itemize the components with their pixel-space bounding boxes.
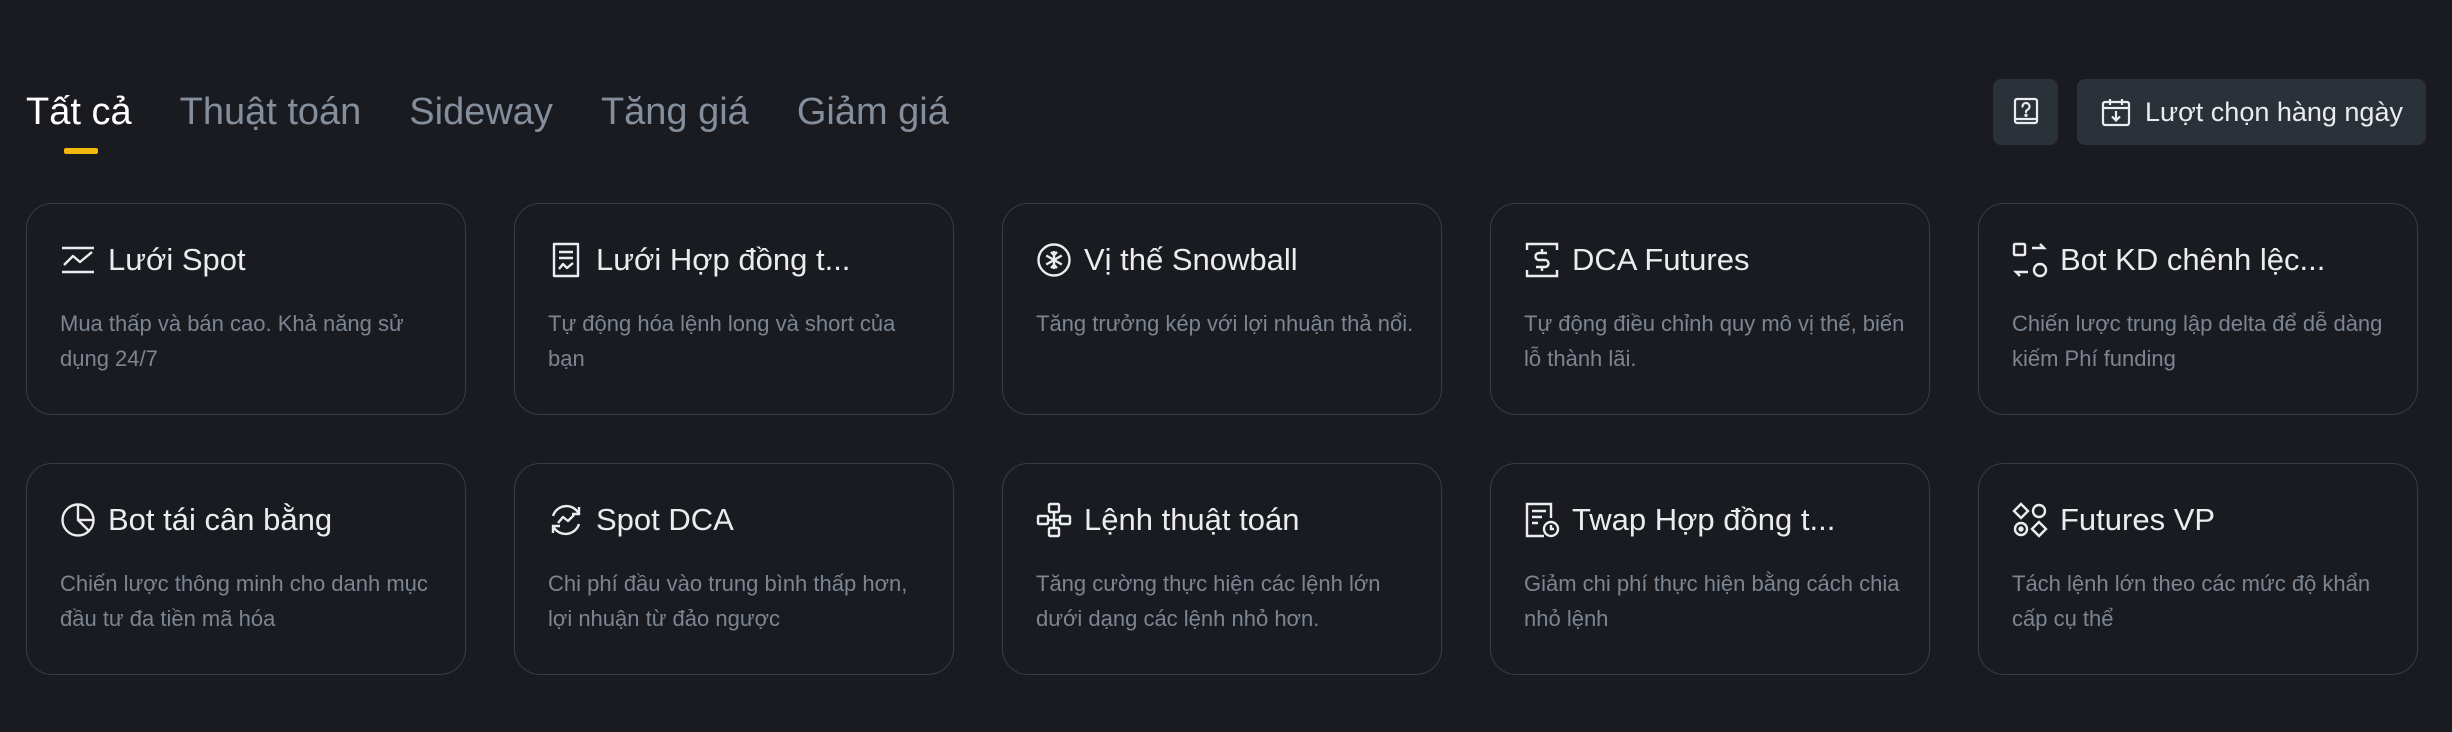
bot-card[interactable]: Futures VP Tách lệnh lớn theo các mức độ… [1978, 463, 2418, 675]
card-header: Futures VP [2012, 498, 2385, 542]
bot-card[interactable]: Lệnh thuật toán Tăng cường thực hiện các… [1002, 463, 1442, 675]
active-tab-indicator [64, 148, 98, 154]
card-description: Giảm chi phí thực hiện bằng cách chia nh… [1524, 571, 1900, 631]
card-title: Lưới Hợp đồng t... [596, 242, 851, 277]
top-bar: Tất cả Thuật toán Sideway Tăng giá Giảm … [0, 0, 2452, 200]
bot-card[interactable]: Lưới Hợp đồng t... Tự động hóa lệnh long… [514, 203, 954, 415]
card-title: Bot KD chênh lệc... [2060, 242, 2326, 277]
card-header: Spot DCA [548, 498, 921, 542]
tab-all[interactable]: Tất cả [26, 82, 132, 154]
split-orders-icon [2012, 502, 2048, 538]
card-title: DCA Futures [1572, 242, 1750, 277]
tab-sideway[interactable]: Sideway [409, 82, 553, 142]
category-tabs: Tất cả Thuật toán Sideway Tăng giá Giảm … [26, 82, 997, 154]
tab-label: Tất cả [26, 91, 132, 133]
tab-bullish[interactable]: Tăng giá [601, 82, 749, 142]
twap-clock-document-icon [1524, 502, 1560, 538]
bot-card[interactable]: DCA Futures Tự động điều chỉnh quy mô vị… [1490, 203, 1930, 415]
pie-chart-icon [60, 502, 96, 538]
tab-bearish[interactable]: Giảm giá [797, 82, 949, 142]
contract-document-icon [548, 242, 584, 278]
card-header: Bot tái cân bằng [60, 498, 433, 542]
dollar-frame-icon [1524, 242, 1560, 278]
tab-algorithm[interactable]: Thuật toán [180, 82, 362, 142]
card-title: Lệnh thuật toán [1084, 502, 1300, 537]
card-title: Lưới Spot [108, 242, 246, 277]
daily-picks-label: Lượt chọn hàng ngày [2145, 96, 2403, 127]
card-description: Tách lệnh lớn theo các mức độ khẩn cấp c… [2012, 571, 2371, 631]
grid-chart-icon [60, 242, 96, 278]
algorithm-nodes-icon [1036, 502, 1072, 538]
card-description: Chiến lược trung lập delta để dễ dàng ki… [2012, 311, 2383, 371]
card-title: Spot DCA [596, 502, 734, 537]
card-header: Lưới Hợp đồng t... [548, 238, 921, 282]
tab-label: Giảm giá [796, 91, 949, 133]
bot-card[interactable]: Spot DCA Chi phí đầu vào trung bình thấp… [514, 463, 954, 675]
card-header: DCA Futures [1524, 238, 1897, 282]
card-description: Chi phí đầu vào trung bình thấp hơn, lợi… [548, 571, 908, 631]
card-description: Chiến lược thông minh cho danh mục đầu t… [60, 571, 428, 631]
card-title: Futures VP [2060, 502, 2216, 537]
bot-card[interactable]: Bot KD chênh lệc... Chiến lược trung lập… [1978, 203, 2418, 415]
card-description: Tự động hóa lệnh long và short của bạn [548, 311, 896, 371]
card-header: Lệnh thuật toán [1036, 498, 1409, 542]
tab-label: Sideway [409, 91, 553, 133]
arbitrage-icon [2012, 242, 2048, 278]
card-title: Twap Hợp đồng t... [1572, 502, 1836, 537]
help-button[interactable] [1993, 79, 2058, 145]
bot-card[interactable]: Vị thế Snowball Tăng trưởng kép với lợi … [1002, 203, 1442, 415]
bot-card[interactable]: Twap Hợp đồng t... Giảm chi phí thực hiệ… [1490, 463, 1930, 675]
bot-card-grid: Lưới Spot Mua thấp và bán cao. Khả năng … [26, 203, 2418, 675]
card-title: Vị thế Snowball [1084, 242, 1298, 277]
daily-picks-button[interactable]: Lượt chọn hàng ngày [2077, 79, 2426, 145]
tab-label: Tăng giá [600, 91, 749, 133]
calendar-download-icon [2101, 97, 2131, 127]
tab-label: Thuật toán [179, 91, 362, 133]
card-header: Lưới Spot [60, 238, 433, 282]
card-description: Mua thấp và bán cao. Khả năng sử dụng 24… [60, 311, 404, 371]
card-title: Bot tái cân bằng [108, 502, 333, 537]
bot-card[interactable]: Lưới Spot Mua thấp và bán cao. Khả năng … [26, 203, 466, 415]
snowball-icon [1036, 242, 1072, 278]
card-header: Bot KD chênh lệc... [2012, 238, 2385, 282]
help-book-icon [2012, 97, 2040, 127]
card-description: Tăng cường thực hiện các lệnh lớn dưới d… [1036, 571, 1381, 631]
card-header: Twap Hợp đồng t... [1524, 498, 1897, 542]
card-description: Tự động điều chỉnh quy mô vị thế, biến l… [1524, 311, 1905, 371]
card-description: Tăng trưởng kép với lợi nhuận thả nổi. [1036, 311, 1414, 336]
bot-card[interactable]: Bot tái cân bằng Chiến lược thông minh c… [26, 463, 466, 675]
card-header: Vị thế Snowball [1036, 238, 1409, 282]
refresh-chart-icon [548, 502, 584, 538]
